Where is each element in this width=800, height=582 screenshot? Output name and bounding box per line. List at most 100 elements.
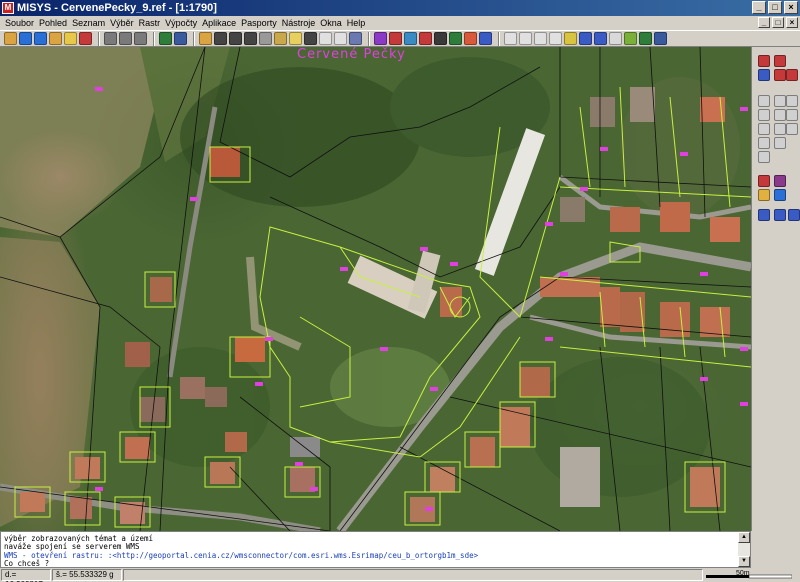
- menu-rastr[interactable]: Rastr: [138, 18, 165, 28]
- parcel-icon[interactable]: [389, 32, 402, 45]
- node-icon[interactable]: [758, 175, 770, 187]
- menu-nastroje[interactable]: Nástroje: [281, 18, 320, 28]
- toolbar-separator: [98, 31, 100, 46]
- frame-icon-4[interactable]: [758, 109, 770, 121]
- menu-pasporty[interactable]: Pasporty: [240, 18, 281, 28]
- polygon-icon-2[interactable]: [788, 209, 800, 221]
- redo-icon[interactable]: [758, 69, 770, 81]
- tag-icon[interactable]: [639, 32, 652, 45]
- pipe-icon[interactable]: [464, 32, 477, 45]
- tree-icon[interactable]: [449, 32, 462, 45]
- console-scrollbar[interactable]: ▲ ▼: [738, 532, 750, 567]
- scale-bar-label: 50m: [736, 570, 750, 577]
- frame-icon[interactable]: [758, 95, 770, 107]
- rotate-icon-2[interactable]: [758, 137, 770, 149]
- brush-icon[interactable]: [624, 32, 637, 45]
- point-icon[interactable]: [244, 32, 257, 45]
- print-preview-icon[interactable]: [119, 32, 132, 45]
- layers-icon[interactable]: [274, 32, 287, 45]
- toolbar-separator: [368, 31, 370, 46]
- latitude-readout: š.= 55.533329 g: [52, 569, 122, 581]
- plot-icon[interactable]: [134, 32, 147, 45]
- menu-okna[interactable]: Okna: [319, 18, 346, 28]
- grid-icon[interactable]: [609, 32, 622, 45]
- edit-icon[interactable]: [304, 32, 317, 45]
- house-icon[interactable]: [374, 32, 387, 45]
- zoom-window-icon[interactable]: [49, 32, 62, 45]
- road-icon[interactable]: [434, 32, 447, 45]
- scroll-down-button[interactable]: ▼: [738, 556, 750, 567]
- snap-icon[interactable]: [774, 69, 786, 81]
- document-icon[interactable]: [319, 32, 332, 45]
- bulb-icon[interactable]: [758, 189, 770, 201]
- doc-minimize-button[interactable]: _: [758, 17, 770, 28]
- pen-icon[interactable]: [774, 189, 786, 201]
- menu-help[interactable]: Help: [346, 18, 370, 28]
- minimize-button[interactable]: _: [752, 1, 766, 14]
- lock-icon[interactable]: [786, 69, 798, 81]
- close-button[interactable]: ×: [784, 1, 798, 14]
- sheet-icon-3[interactable]: [534, 32, 547, 45]
- toolbar-separator: [498, 31, 500, 46]
- map-icon[interactable]: [289, 32, 302, 45]
- sheet-icon-4[interactable]: [549, 32, 562, 45]
- undo-icon[interactable]: [758, 55, 770, 67]
- zoom-out-icon[interactable]: [34, 32, 47, 45]
- book-icon[interactable]: [579, 32, 592, 45]
- globe-icon[interactable]: [159, 32, 172, 45]
- text-icon[interactable]: [229, 32, 242, 45]
- globe-icon-2[interactable]: [174, 32, 187, 45]
- polygon-icon[interactable]: [774, 209, 786, 221]
- window-controls: _ □ ×: [752, 1, 798, 14]
- erase-icon[interactable]: [259, 32, 272, 45]
- menu-vyber[interactable]: Výběr: [109, 18, 138, 28]
- menu-pohled[interactable]: Pohled: [38, 18, 71, 28]
- command-console[interactable]: výběr zobrazovaných témat a území naváže…: [0, 531, 751, 568]
- map-canvas[interactable]: Červené Pečky: [0, 47, 751, 531]
- toolbar-separator: [153, 31, 155, 46]
- open-folder-icon[interactable]: [4, 32, 17, 45]
- table-icon[interactable]: [334, 32, 347, 45]
- pan-icon[interactable]: [64, 32, 77, 45]
- menu-soubor[interactable]: Soubor: [4, 18, 38, 28]
- vegetation-patches: [130, 57, 740, 497]
- move-icon-3[interactable]: [758, 123, 770, 135]
- lasso-icon[interactable]: [774, 175, 786, 187]
- toolbar-separator: [193, 31, 195, 46]
- rotate-icon-3[interactable]: [774, 137, 786, 149]
- move-icon-2[interactable]: [786, 109, 798, 121]
- zoom-in-icon[interactable]: [19, 32, 32, 45]
- right-toolbar: [751, 47, 800, 531]
- rotate-icon-4[interactable]: [758, 151, 770, 163]
- doc-restore-button[interactable]: □: [772, 17, 784, 28]
- book-icon-2[interactable]: [594, 32, 607, 45]
- curve-icon[interactable]: [758, 209, 770, 221]
- cadastre-icon[interactable]: [419, 32, 432, 45]
- scroll-up-button[interactable]: ▲: [738, 532, 750, 543]
- line-icon[interactable]: [214, 32, 227, 45]
- title-bar[interactable]: M MISYS - CervenePecky_9.ref - [1:1790] …: [0, 0, 800, 16]
- frame-icon-3[interactable]: [786, 95, 798, 107]
- menu-vypocty[interactable]: Výpočty: [164, 18, 201, 28]
- redraw-icon[interactable]: [79, 32, 92, 45]
- measure-icon[interactable]: [404, 32, 417, 45]
- console-line: WMS - otevření rastru: :<http://geoporta…: [4, 550, 479, 560]
- export-icon[interactable]: [654, 32, 667, 45]
- menu-bar: Soubor Pohled Seznam Výběr Rastr Výpočty…: [0, 16, 800, 30]
- search-icon[interactable]: [349, 32, 362, 45]
- move-icon-4[interactable]: [774, 123, 786, 135]
- menu-seznam[interactable]: Seznam: [71, 18, 109, 28]
- print-icon[interactable]: [104, 32, 117, 45]
- doc-close-button[interactable]: ×: [786, 17, 798, 28]
- pencil-icon[interactable]: [564, 32, 577, 45]
- folder-icon[interactable]: [199, 32, 212, 45]
- menu-aplikace[interactable]: Aplikace: [201, 18, 240, 28]
- cross-icon[interactable]: [774, 55, 786, 67]
- maximize-button[interactable]: □: [768, 1, 782, 14]
- rotate-icon[interactable]: [786, 123, 798, 135]
- frame-icon-2[interactable]: [774, 95, 786, 107]
- sheet-icon-2[interactable]: [519, 32, 532, 45]
- sheet-icon[interactable]: [504, 32, 517, 45]
- building-icon[interactable]: [479, 32, 492, 45]
- move-icon[interactable]: [774, 109, 786, 121]
